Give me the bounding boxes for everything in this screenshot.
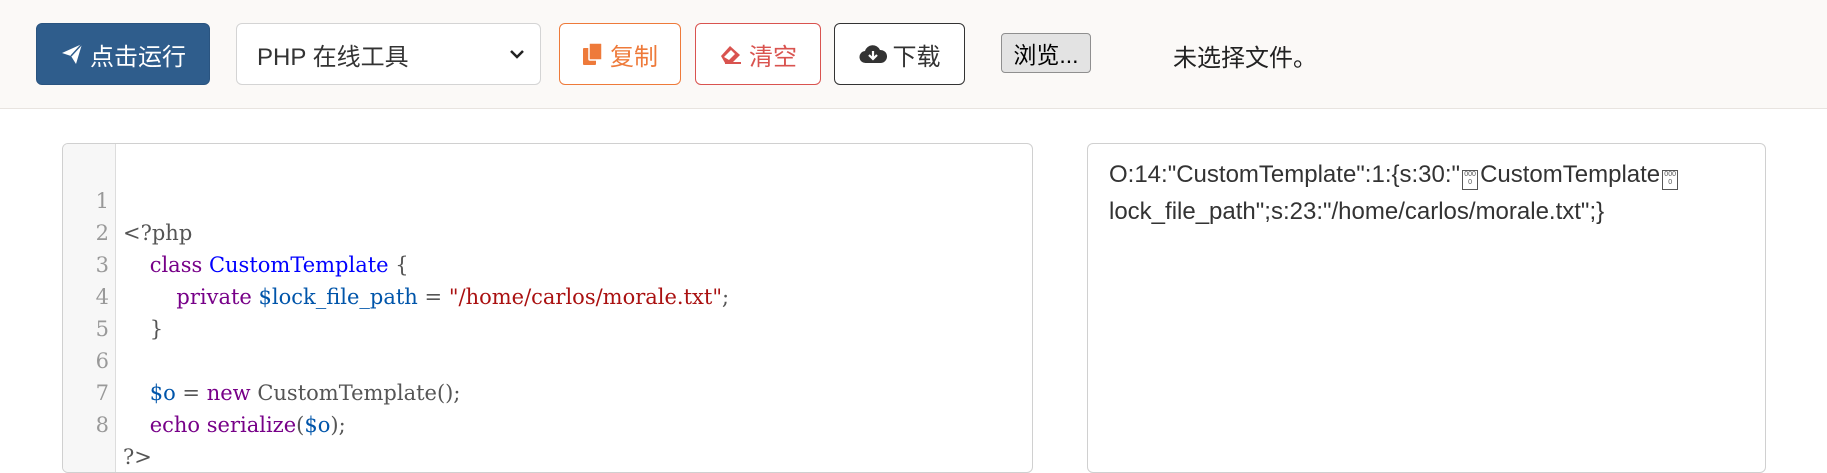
run-button-label: 点击运行 <box>90 43 186 71</box>
line-number: 8 <box>95 413 109 437</box>
output-text-part-1: O:14:"CustomTemplate":1:{s:30:" <box>1109 161 1461 188</box>
code-line: 4 } <box>63 249 1032 341</box>
code-line: 1 <?php <box>63 153 1032 245</box>
download-button[interactable]: 下载 <box>834 23 965 85</box>
output-text-part-2: CustomTemplate <box>1480 161 1661 188</box>
echo-keyword: echo <box>149 413 201 437</box>
file-status-text: 未选择文件。 <box>1173 45 1317 72</box>
null-char-box: 0000 <box>1462 170 1479 190</box>
browse-button[interactable]: 浏览... <box>1001 33 1091 73</box>
code-line: 7 echo serialize($o); <box>63 345 1032 437</box>
code-line: 3 private $lock_file_path = "/home/carlo… <box>63 217 1032 309</box>
cloud-download-icon <box>859 45 887 64</box>
language-select[interactable]: PHP 在线工具 <box>236 23 541 85</box>
code-line: 8 ?> <box>63 377 1032 469</box>
clear-button[interactable]: 清空 <box>695 23 821 85</box>
clear-button-label: 清空 <box>749 43 797 71</box>
close-paren: ); <box>330 413 346 437</box>
php-close-tag: ?> <box>123 445 152 469</box>
code-line: 5 <box>63 281 1032 341</box>
browse-button-label: 浏览... <box>1013 42 1079 68</box>
output-text-part-3: lock_file_path";s:23:"/home/carlos/moral… <box>1109 198 1605 225</box>
copy-button[interactable]: 复制 <box>559 23 681 85</box>
language-select-value: PHP 在线工具 <box>257 43 409 71</box>
code-editor[interactable]: 1 <?php 2 class CustomTemplate { 3 priva… <box>62 143 1033 473</box>
eraser-icon <box>721 46 741 64</box>
toolbar: 点击运行 PHP 在线工具 复制 清空 下载 浏览... 未选择文件。 <box>0 0 1827 109</box>
copy-button-label: 复制 <box>610 43 658 71</box>
code-line: 2 class CustomTemplate { <box>63 185 1032 277</box>
null-char-box: 0000 <box>1662 170 1679 190</box>
copy-icon <box>583 42 603 65</box>
run-button[interactable]: 点击运行 <box>36 23 210 85</box>
variable-o: $o <box>304 413 331 437</box>
output-panel: O:14:"CustomTemplate":1:{s:30:" 0000 Custo… <box>1087 143 1766 473</box>
chevron-down-icon <box>510 50 524 59</box>
download-button-label: 下载 <box>892 43 941 71</box>
paper-plane-icon <box>62 43 83 64</box>
serialize-function: serialize <box>206 413 297 437</box>
code-line: 6 $o = new CustomTemplate(); <box>63 313 1032 405</box>
